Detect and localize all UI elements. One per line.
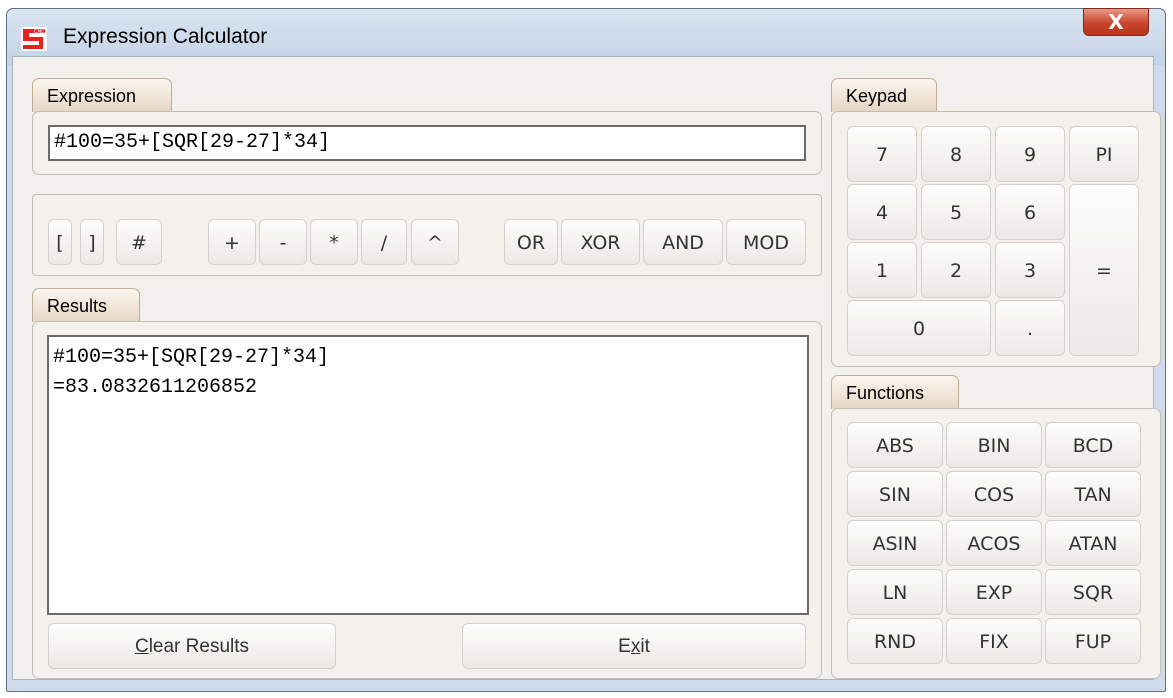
or-button[interactable]: OR [504, 219, 558, 265]
function-exp[interactable]: EXP [946, 569, 1042, 615]
key-4[interactable]: 4 [847, 184, 917, 240]
function-bcd[interactable]: BCD [1045, 422, 1141, 468]
function-tan[interactable]: TAN [1045, 471, 1141, 517]
key-3[interactable]: 3 [995, 242, 1065, 298]
result-line-value: =83.0832611206852 [53, 376, 258, 399]
function-fup[interactable]: FUP [1045, 618, 1141, 664]
hash-button[interactable]: # [116, 219, 162, 265]
function-atan[interactable]: ATAN [1045, 520, 1141, 566]
key-8[interactable]: 8 [921, 126, 991, 182]
key-decimal[interactable]: . [995, 300, 1065, 356]
key-2[interactable]: 2 [921, 242, 991, 298]
function-sqr[interactable]: SQR [1045, 569, 1141, 615]
key-6[interactable]: 6 [995, 184, 1065, 240]
key-pi[interactable]: PI [1069, 126, 1139, 182]
functions-tab: Functions [831, 375, 959, 409]
function-cos[interactable]: COS [946, 471, 1042, 517]
close-button[interactable]: X [1083, 8, 1149, 36]
close-bracket-button[interactable]: ] [80, 219, 104, 265]
expression-input[interactable]: #100=35+[SQR[29-27]*34] [48, 125, 806, 161]
plus-button[interactable]: + [208, 219, 256, 265]
function-fix[interactable]: FIX [946, 618, 1042, 664]
result-line-expression: #100=35+[SQR[29-27]*34] [53, 346, 330, 369]
key-7[interactable]: 7 [847, 126, 917, 182]
key-1[interactable]: 1 [847, 242, 917, 298]
window-title: Expression Calculator [63, 25, 268, 48]
function-abs[interactable]: ABS [847, 422, 943, 468]
open-bracket-button[interactable]: [ [48, 219, 72, 265]
power-button[interactable]: ^ [411, 219, 459, 265]
key-9[interactable]: 9 [995, 126, 1065, 182]
xor-button[interactable]: XOR [561, 219, 640, 265]
clear-results-button[interactable]: Clear Results [48, 623, 336, 669]
function-ln[interactable]: LN [847, 569, 943, 615]
results-tab: Results [32, 288, 140, 322]
app-icon: CNC [21, 27, 47, 51]
key-equals[interactable]: = [1069, 184, 1139, 356]
minus-button[interactable]: - [259, 219, 307, 265]
multiply-button[interactable]: * [310, 219, 358, 265]
key-0[interactable]: 0 [847, 300, 991, 356]
function-rnd[interactable]: RND [847, 618, 943, 664]
function-asin[interactable]: ASIN [847, 520, 943, 566]
exit-button[interactable]: Exit [462, 623, 806, 669]
results-output[interactable]: #100=35+[SQR[29-27]*34] =83.083261120685… [47, 335, 809, 615]
keypad-tab: Keypad [831, 78, 937, 112]
mod-button[interactable]: MOD [726, 219, 806, 265]
function-acos[interactable]: ACOS [946, 520, 1042, 566]
and-button[interactable]: AND [643, 219, 723, 265]
function-sin[interactable]: SIN [847, 471, 943, 517]
divide-button[interactable]: / [361, 219, 407, 265]
expression-tab: Expression [32, 78, 172, 112]
close-icon: X [1108, 10, 1124, 34]
function-bin[interactable]: BIN [946, 422, 1042, 468]
svg-text:CNC: CNC [34, 29, 45, 35]
key-5[interactable]: 5 [921, 184, 991, 240]
